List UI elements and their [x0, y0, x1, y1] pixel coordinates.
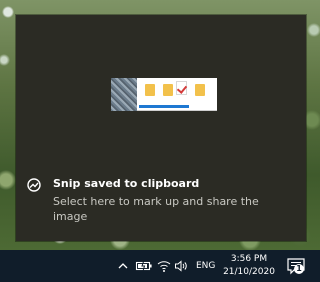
notification-title: Snip saved to clipboard — [53, 177, 200, 190]
thumbnail-divider — [137, 110, 217, 111]
notification-body: Select here to mark up and share the ima… — [53, 195, 259, 223]
clock-time: 3:56 PM — [230, 254, 268, 264]
clock-date: 21/10/2020 — [223, 267, 275, 277]
snip-notification-toast[interactable]: Snip saved to clipboard Select here to m… — [16, 15, 306, 241]
wifi-icon[interactable] — [157, 258, 171, 274]
folder-icon — [195, 84, 205, 96]
chevron-up-icon[interactable] — [117, 258, 129, 274]
snip-preview-thumbnail[interactable] — [111, 78, 217, 111]
folder-icon — [163, 84, 173, 96]
folder-icon — [145, 84, 155, 96]
volume-icon[interactable] — [174, 258, 188, 274]
battery-icon[interactable] — [135, 258, 153, 274]
thumbnail-image-region — [111, 78, 137, 111]
input-language-indicator[interactable]: ENG — [196, 261, 215, 271]
notification-count-badge: 1 — [294, 264, 304, 274]
taskbar-clock[interactable]: 3:56 PM 21/10/2020 — [221, 253, 277, 279]
checkbox-icon — [176, 81, 187, 95]
snip-sketch-icon — [27, 178, 41, 192]
thumbnail-accent-bar — [139, 105, 189, 108]
